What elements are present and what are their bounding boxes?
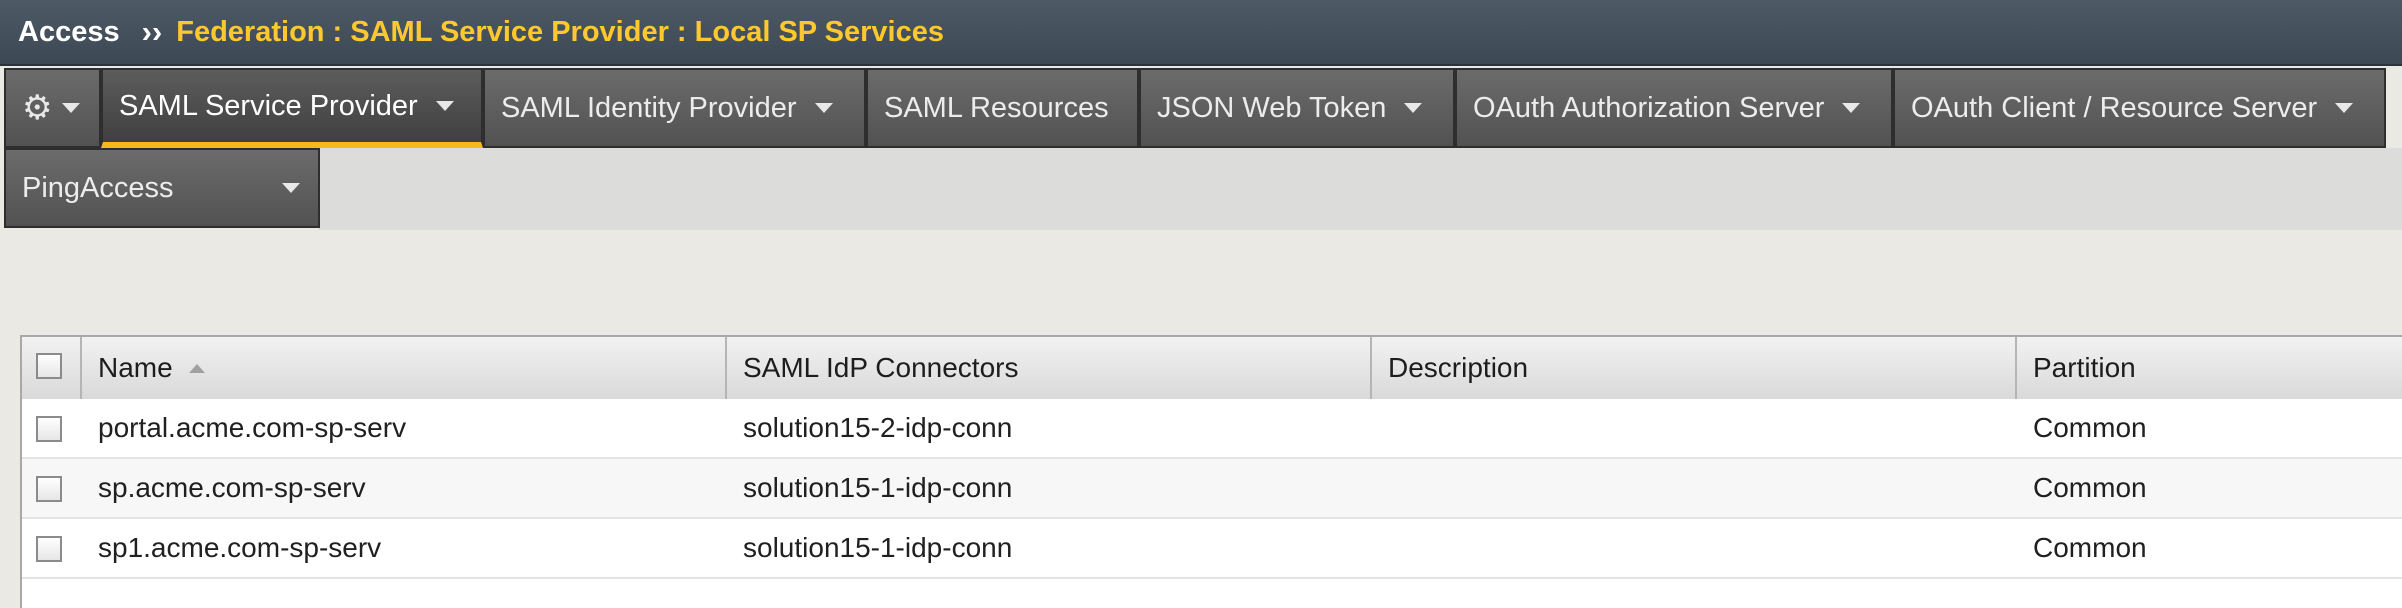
chevron-down-icon	[2335, 103, 2354, 113]
tab-json-web-token[interactable]: JSON Web Token	[1139, 68, 1455, 148]
sp-services-table: Name SAML IdP Connectors Description Par…	[20, 335, 2402, 608]
chevron-down-icon	[62, 103, 81, 113]
column-header-saml-idp-connectors[interactable]: SAML IdP Connectors	[727, 337, 1372, 399]
chevron-down-icon	[814, 103, 833, 113]
column-header-label: Partition	[2033, 352, 2136, 383]
tab-label: OAuth Authorization Server	[1473, 91, 1825, 124]
tab-saml-identity-provider[interactable]: SAML Identity Provider	[483, 68, 866, 148]
cell-partition: Common	[2033, 412, 2147, 443]
tab-pingaccess[interactable]: PingAccess	[4, 148, 320, 228]
table-row[interactable]: sp.acme.com-sp-serv solution15-1-idp-con…	[22, 459, 2402, 519]
cell-partition: Common	[2033, 472, 2147, 503]
cell-saml-idp-connectors: solution15-2-idp-conn	[743, 412, 1013, 443]
select-all-checkbox[interactable]	[36, 353, 62, 379]
tab-label: OAuth Client / Resource Server	[1911, 91, 2318, 124]
gear-icon: ⚙	[22, 89, 53, 127]
tab-oauth-authorization-server[interactable]: OAuth Authorization Server	[1455, 68, 1893, 148]
chevron-down-icon	[1404, 103, 1423, 113]
row-checkbox[interactable]	[36, 536, 62, 562]
breadcrumb-separator: ››	[141, 14, 163, 49]
settings-menu-button[interactable]: ⚙	[4, 68, 101, 148]
tab-label: SAML Resources	[884, 91, 1109, 124]
cell-description	[1372, 459, 2017, 517]
chevron-down-icon	[435, 101, 454, 111]
column-header-name[interactable]: Name	[82, 337, 727, 399]
breadcrumb-root[interactable]: Access	[18, 16, 120, 49]
breadcrumb-path: Federation : SAML Service Provider : Loc…	[176, 15, 944, 48]
tab-saml-service-provider[interactable]: SAML Service Provider	[101, 68, 483, 148]
row-checkbox[interactable]	[36, 416, 62, 442]
cell-partition: Common	[2033, 532, 2147, 563]
cell-name[interactable]: sp1.acme.com-sp-serv	[82, 519, 727, 577]
tab-label: PingAccess	[22, 171, 174, 204]
tab-oauth-client-resource-server[interactable]: OAuth Client / Resource Server	[1893, 68, 2386, 148]
column-header-label: Description	[1388, 352, 1529, 383]
tab-label: SAML Service Provider	[119, 89, 418, 122]
table-row[interactable]: portal.acme.com-sp-serv solution15-2-idp…	[22, 399, 2402, 459]
cell-description	[1372, 519, 2017, 577]
column-header-label: SAML IdP Connectors	[743, 352, 1019, 383]
tab-strip-background	[318, 148, 2402, 230]
chevron-down-icon	[1842, 103, 1861, 113]
table-header: Name SAML IdP Connectors Description Par…	[22, 337, 2402, 401]
chevron-down-icon	[281, 183, 300, 193]
tab-label: SAML Identity Provider	[501, 91, 797, 124]
column-header-description[interactable]: Description	[1372, 337, 2017, 399]
tab-label: JSON Web Token	[1157, 91, 1387, 124]
column-header-partition[interactable]: Partition	[2017, 337, 2402, 399]
select-all-cell	[22, 337, 82, 399]
cell-description	[1372, 399, 2017, 457]
tab-saml-resources[interactable]: SAML Resources	[866, 68, 1139, 148]
row-checkbox[interactable]	[36, 476, 62, 502]
cell-saml-idp-connectors: solution15-1-idp-conn	[743, 472, 1013, 503]
cell-saml-idp-connectors: solution15-1-idp-conn	[743, 532, 1013, 563]
cell-name[interactable]: sp.acme.com-sp-serv	[82, 459, 727, 517]
cell-name[interactable]: portal.acme.com-sp-serv	[82, 399, 727, 457]
column-header-label: Name	[98, 352, 173, 383]
breadcrumb: Access ›› Federation : SAML Service Prov…	[0, 0, 2402, 66]
sort-ascending-icon	[188, 363, 205, 373]
table-row[interactable]: sp1.acme.com-sp-serv solution15-1-idp-co…	[22, 519, 2402, 579]
